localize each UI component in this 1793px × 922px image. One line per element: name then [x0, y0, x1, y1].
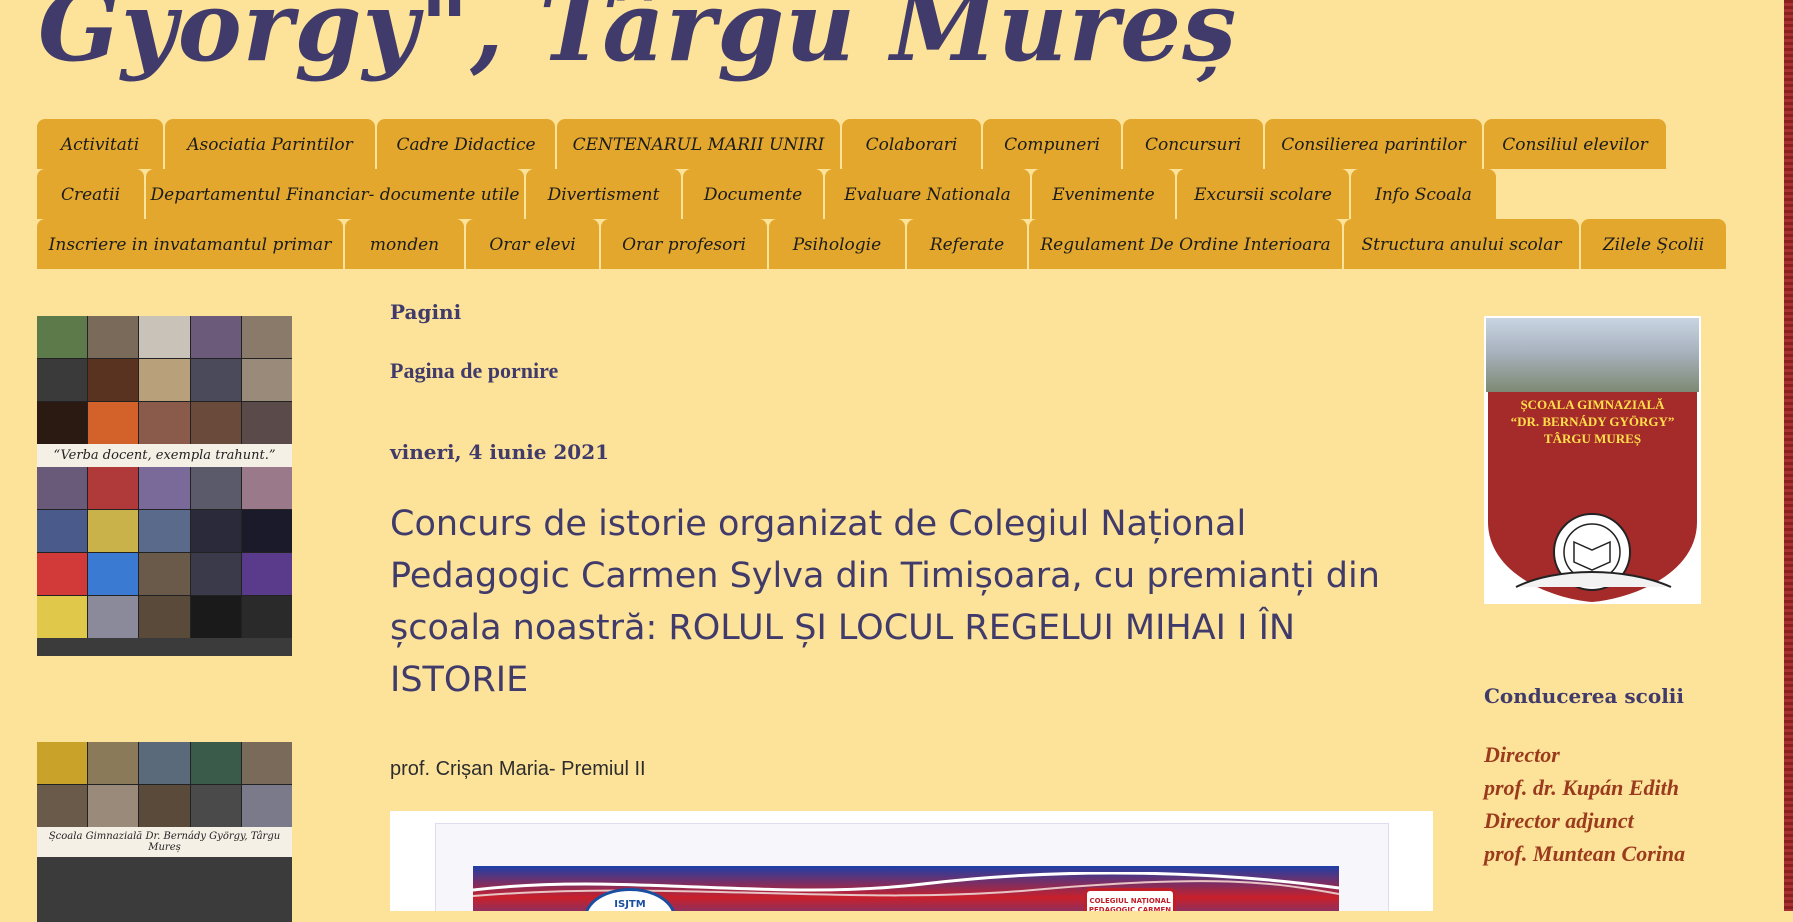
collage-1-photos-bottom — [37, 467, 292, 638]
tab-referate[interactable]: Referate — [907, 219, 1027, 269]
post-title[interactable]: Concurs de istorie organizat de Colegiul… — [390, 498, 1420, 706]
school-logo-text: ȘCOALA GIMNAZIALĂ “DR. BERNÁDY GYÖRGY” T… — [1486, 396, 1699, 447]
leadership-role-director: Director — [1484, 742, 1560, 767]
home-page-link[interactable]: Pagina de pornire — [390, 358, 558, 384]
tab-evaluare-nationala[interactable]: Evaluare Nationala — [825, 169, 1030, 219]
photo-collage-1[interactable]: “Verba docent, exempla trahunt.” — [37, 316, 292, 656]
tab-structura-anului-scolar[interactable]: Structura anului scolar — [1344, 219, 1579, 269]
right-sidebar: ȘCOALA GIMNAZIALĂ “DR. BERNÁDY GYÖRGY” T… — [1484, 316, 1714, 870]
leadership-role-deputy: Director adjunct — [1484, 808, 1634, 833]
tab-cadre-didactice[interactable]: Cadre Didactice — [377, 119, 555, 169]
tab-evenimente[interactable]: Evenimente — [1032, 169, 1175, 219]
tab-zilele-scolii[interactable]: Zilele Școlii — [1581, 219, 1726, 269]
tab-asociatia-parintilor[interactable]: Asociatia Parintilor — [165, 119, 375, 169]
tab-activitati[interactable]: Activitati — [37, 119, 163, 169]
tab-regulament-ordine-interioara[interactable]: Regulament De Ordine Interioara — [1029, 219, 1342, 269]
tab-departamentul-financiar[interactable]: Departamentul Financiar- documente utile — [146, 169, 524, 219]
tab-monden[interactable]: monden — [345, 219, 464, 269]
school-building-photo — [1486, 318, 1699, 392]
page-right-border — [1784, 0, 1793, 911]
tab-creatii[interactable]: Creatii — [37, 169, 144, 219]
post-date-header: vineri, 4 iunie 2021 — [390, 440, 610, 464]
logo-line-1: ȘCOALA GIMNAZIALĂ — [1520, 397, 1665, 412]
logo-line-3: TÂRGU MUREȘ — [1543, 431, 1642, 446]
tab-colaborari[interactable]: Colaborari — [842, 119, 981, 169]
tab-excursii-scolare[interactable]: Excursii scolare — [1177, 169, 1349, 219]
leadership-heading: Conducerea scolii — [1484, 684, 1684, 708]
tab-row-3: Inscriere in invatamantul primar monden … — [37, 219, 1737, 269]
post-author-line: prof. Crișan Maria- Premiul II — [390, 758, 646, 780]
collage-2-caption: Școala Gimnazială Dr. Bernády György, Tâ… — [37, 827, 292, 857]
collage-1-photos-top — [37, 316, 292, 444]
tab-psihologie[interactable]: Psihologie — [769, 219, 905, 269]
collage-1-caption: “Verba docent, exempla trahunt.” — [37, 444, 292, 467]
pages-widget-heading: Pagini — [390, 300, 462, 324]
blog-title[interactable]: György", Târgu Mureș — [38, 0, 1237, 92]
logo-line-2: “DR. BERNÁDY GYÖRGY” — [1510, 414, 1675, 429]
diploma-frame: ISJTM COLEGIUL NAȚIONAL PEDAGOGIC CARMEN… — [435, 823, 1389, 911]
tab-row-2: Creatii Departamentul Financiar- documen… — [37, 169, 1737, 219]
school-logo[interactable]: ȘCOALA GIMNAZIALĂ “DR. BERNÁDY GYÖRGY” T… — [1484, 316, 1701, 604]
tab-centenarul-marii-uniri[interactable]: CENTENARUL MARII UNIRI — [557, 119, 840, 169]
leadership-name-director: prof. dr. Kupán Edith — [1484, 775, 1680, 800]
tab-consilierea-parintilor[interactable]: Consilierea parintilor — [1265, 119, 1482, 169]
leadership-list: Director prof. dr. Kupán Edith Director … — [1484, 738, 1714, 870]
pages-tab-bar: Activitati Asociatia Parintilor Cadre Di… — [37, 119, 1737, 269]
tab-compuneri[interactable]: Compuneri — [983, 119, 1121, 169]
tab-consiliul-elevilor[interactable]: Consiliul elevilor — [1484, 119, 1666, 169]
colegiul-carmen-sylva-logo: COLEGIUL NAȚIONAL PEDAGOGIC CARMEN SYLVA — [1084, 888, 1176, 911]
tab-concursuri[interactable]: Concursuri — [1123, 119, 1263, 169]
collage-2-photos — [37, 742, 292, 827]
tab-info-scoala[interactable]: Info Scoala — [1351, 169, 1496, 219]
left-sidebar: “Verba docent, exempla trahunt.” Școala … — [37, 316, 292, 922]
tab-orar-profesori[interactable]: Orar profesori — [601, 219, 767, 269]
photo-collage-2[interactable]: Școala Gimnazială Dr. Bernády György, Tâ… — [37, 742, 292, 922]
main-content: Pagini Pagina de pornire vineri, 4 iunie… — [390, 300, 1435, 781]
leadership-name-deputy: prof. Muntean Corina — [1484, 841, 1686, 866]
post-image[interactable]: ISJTM COLEGIUL NAȚIONAL PEDAGOGIC CARMEN… — [390, 811, 1433, 911]
tab-orar-elevi[interactable]: Orar elevi — [466, 219, 599, 269]
tab-documente[interactable]: Documente — [683, 169, 823, 219]
tab-row-1: Activitati Asociatia Parintilor Cadre Di… — [37, 119, 1737, 169]
tab-inscriere-primar[interactable]: Inscriere in invatamantul primar — [37, 219, 343, 269]
tab-divertisment[interactable]: Divertisment — [526, 169, 681, 219]
